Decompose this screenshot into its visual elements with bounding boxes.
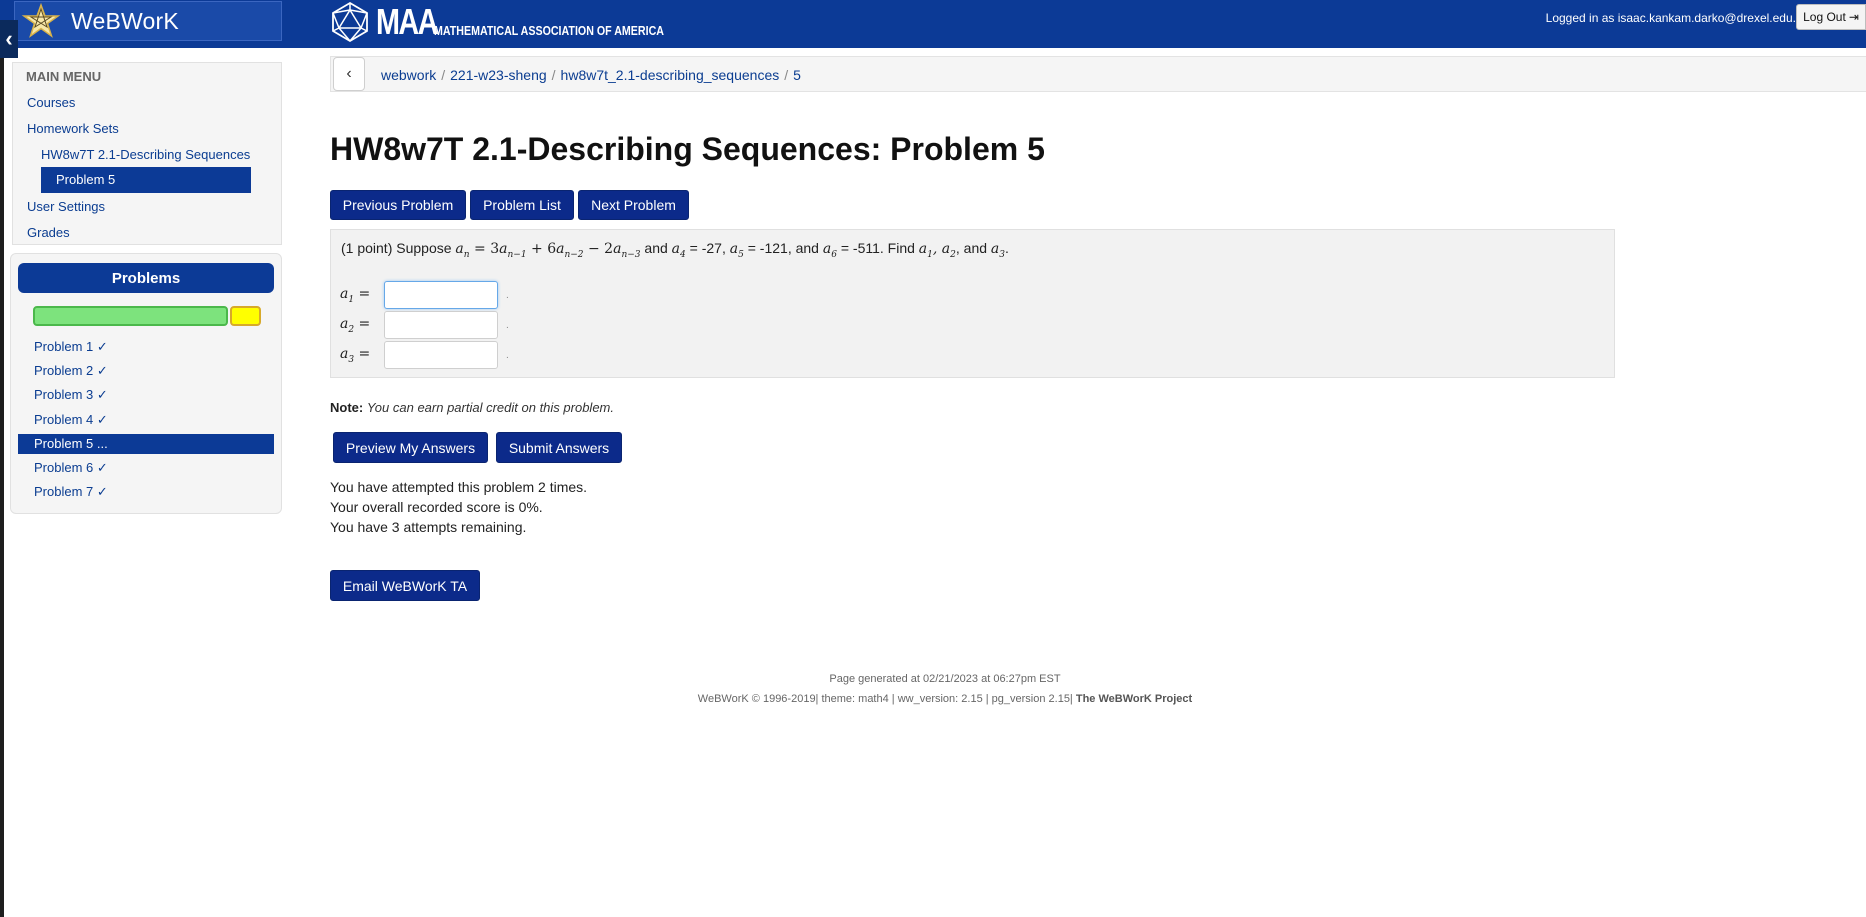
submit-answers-button[interactable]: Submit Answers: [496, 432, 622, 463]
answer-label-2: a2 =: [340, 315, 371, 335]
answer-row-2: a2 = .: [340, 310, 509, 340]
problem-statement: (1 point) Suppose an = 3an−1 + 6an−2 − 2…: [341, 240, 1009, 260]
answer-preview-3: .: [506, 349, 509, 361]
top-bar: WeBWorK MAA MATHEMATICAL ASSOCIATION OF …: [0, 0, 1866, 48]
collapse-sidebar-icon[interactable]: ‹: [0, 20, 18, 58]
problem-list-item[interactable]: Problem 2 ✓: [34, 363, 108, 379]
main-menu-title: MAIN MENU: [26, 69, 102, 84]
answer-preview-1: .: [506, 289, 509, 301]
a5-value: = -121, and: [747, 240, 819, 256]
answer-input-a1[interactable]: [384, 281, 498, 309]
breadcrumb-webwork[interactable]: webwork: [381, 67, 436, 83]
answer-label-3: a3 =: [340, 345, 371, 365]
logout-button[interactable]: Log Out ⇥: [1796, 4, 1866, 30]
edge-strip: [0, 58, 4, 917]
find-symbol-a3: a3: [990, 241, 1005, 260]
progress-correct: [33, 306, 228, 326]
a4-symbol: a4: [671, 241, 686, 260]
breadcrumb-set[interactable]: hw8w7t_2.1-describing_sequences: [561, 67, 780, 83]
problem-list-item[interactable]: Problem 1 ✓: [34, 339, 108, 355]
menu-current-set[interactable]: HW8w7T 2.1-Describing Sequences: [41, 147, 250, 162]
note-label: Note:: [330, 400, 364, 415]
footer-project-link[interactable]: The WeBWorK Project: [1076, 693, 1192, 705]
problem-box: (1 point) Suppose an = 3an−1 + 6an−2 − 2…: [330, 229, 1615, 378]
previous-problem-button[interactable]: Previous Problem: [330, 190, 466, 220]
problems-header: Problems: [18, 263, 274, 293]
maa-wordmark: MAA: [376, 1, 438, 42]
page-title: HW8w7T 2.1-Describing Sequences: Problem…: [330, 131, 1045, 167]
find-and: , and: [955, 240, 988, 256]
a5-symbol: a5: [729, 241, 744, 260]
problem-list-button[interactable]: Problem List: [470, 190, 574, 220]
answer-input-a3[interactable]: [384, 341, 498, 369]
maa-logo: MAA MATHEMATICAL ASSOCIATION OF AMERICA: [328, 0, 714, 44]
menu-homework-sets[interactable]: Homework Sets: [27, 121, 119, 136]
recorded-score: Your overall recorded score is 0%.: [330, 499, 543, 515]
main-menu: MAIN MENU Courses Homework Sets HW8w7T 2…: [12, 62, 282, 245]
back-button[interactable]: ‹: [333, 57, 365, 91]
sign-out-icon: ⇥: [1848, 10, 1859, 24]
chevron-left-icon: ‹: [346, 65, 352, 82]
webwork-star-icon: [21, 3, 61, 38]
preview-answers-button[interactable]: Preview My Answers: [333, 432, 488, 463]
answer-label-1: a1 =: [340, 285, 371, 305]
footer-generated: Page generated at 02/21/2023 at 06:27pm …: [829, 673, 1061, 685]
a6-symbol: a6: [822, 241, 837, 260]
problem-and: and: [644, 240, 668, 256]
attempts-count: You have attempted this problem 2 times.: [330, 479, 588, 495]
breadcrumb-course[interactable]: 221-w23-sheng: [450, 67, 547, 83]
a6-value: = -511. Find: [840, 240, 915, 256]
brand-name: WeBWorK: [71, 7, 179, 34]
attempts-remaining: You have 3 attempts remaining.: [330, 519, 527, 535]
note-text: You can earn partial credit on this prob…: [366, 400, 614, 415]
footer-copyright: WeBWorK © 1996-2019| theme: math4 | ww_v…: [0, 693, 1866, 705]
next-problem-button[interactable]: Next Problem: [578, 190, 689, 220]
answer-row-3: a3 = .: [340, 340, 509, 370]
problem-list-item-current[interactable]: Problem 5 ...: [18, 434, 274, 454]
problem-list-item[interactable]: Problem 7 ✓: [34, 484, 108, 500]
answer-preview-2: .: [506, 319, 509, 331]
maa-full-name: MATHEMATICAL ASSOCIATION OF AMERICA: [433, 22, 664, 38]
problem-suppose: Suppose: [396, 240, 452, 256]
logged-in-text: Logged in as isaac.kankam.darko@drexel.e…: [1545, 11, 1796, 25]
breadcrumb: webwork/221-w23-sheng / hw8w7t_2.1-describ…: [381, 67, 801, 83]
breadcrumb-bar: ‹ webwork/221-w23-sheng / hw8w7t_2.1-descr…: [330, 56, 1866, 92]
problems-panel: Problems Problem 1 ✓ Problem 2 ✓ Problem 3…: [10, 253, 282, 514]
menu-courses[interactable]: Courses: [27, 95, 75, 110]
menu-grades[interactable]: Grades: [27, 225, 70, 240]
a4-value: = -27,: [689, 240, 726, 256]
menu-user-settings[interactable]: User Settings: [27, 199, 105, 214]
breadcrumb-problem[interactable]: 5: [793, 67, 801, 83]
answer-input-a2[interactable]: [384, 311, 498, 339]
footer-copyright-text: WeBWorK © 1996-2019| theme: math4 | ww_v…: [697, 693, 1073, 705]
problem-points: (1 point): [341, 240, 393, 256]
problem-list-item[interactable]: Problem 3 ✓: [34, 387, 108, 403]
find-symbols: a1, a2: [918, 241, 956, 260]
problem-list-item[interactable]: Problem 4 ✓: [34, 412, 108, 428]
email-ta-button[interactable]: Email WeBWorK TA: [330, 570, 480, 601]
webwork-home-link[interactable]: WeBWorK: [14, 1, 282, 41]
problem-list-item[interactable]: Problem 6 ✓: [34, 460, 108, 476]
recurrence-formula: an = 3an−1 + 6an−2 − 2an−3: [455, 241, 641, 260]
logout-label: Log Out: [1803, 10, 1846, 24]
progress-attempted: [230, 306, 261, 326]
partial-credit-note: Note: You can earn partial credit on thi…: [330, 400, 614, 415]
answer-row-1: a1 = .: [340, 280, 509, 310]
progress-bar: [33, 306, 261, 328]
maa-icosahedron-icon: [332, 1, 368, 43]
menu-current-problem[interactable]: Problem 5: [41, 167, 251, 193]
